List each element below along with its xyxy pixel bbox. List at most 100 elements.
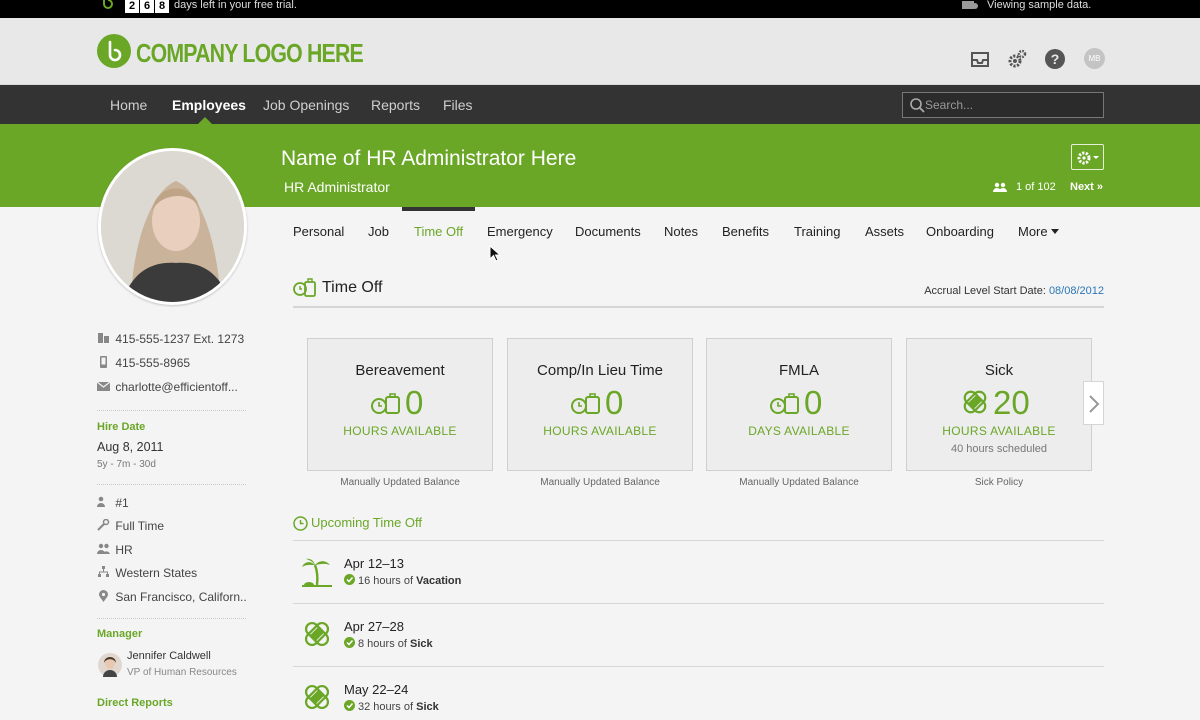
work-phone[interactable]: 415-555-1237 Ext. 1273 [97, 332, 244, 346]
company-logo-icon[interactable] [97, 34, 131, 68]
department: HR [97, 543, 133, 557]
nav-item-files[interactable]: Files [443, 97, 473, 113]
hire-date: Aug 8, 2011 [97, 440, 164, 454]
bandage-icon [304, 621, 330, 647]
nav-item-employees[interactable]: Employees [172, 97, 246, 113]
tab-time-off[interactable]: Time Off [414, 224, 463, 239]
timeoff-card-comp-time[interactable]: Comp/In Lieu Time 0 HOURS AVAILABLE [507, 338, 693, 471]
map-pin-icon [99, 590, 108, 602]
mouse-cursor-icon [489, 245, 501, 262]
card-balance: 0 [804, 384, 823, 421]
people-icon [993, 182, 1007, 192]
gear-icon [1077, 151, 1099, 165]
trial-text: days left in your free trial. [174, 0, 297, 11]
upcoming-dates: Apr 12–13 [344, 556, 404, 571]
settings-gear-icon[interactable] [1006, 48, 1028, 70]
employee-pager-count: 1 of 102 [1016, 181, 1056, 193]
employee-settings-button[interactable] [1071, 144, 1104, 170]
chevron-down-icon [1050, 229, 1059, 234]
division-value: Western States [115, 566, 198, 580]
tenure: 5y - 7m - 30d [97, 459, 156, 470]
manager-name[interactable]: Jennifer Caldwell [127, 650, 211, 662]
app-header: COMPANY LOGO HERE ? MB [0, 18, 1200, 85]
card-unit: DAYS AVAILABLE [748, 424, 850, 438]
cards-next-button[interactable] [1083, 381, 1104, 425]
user-avatar[interactable]: MB [1084, 48, 1105, 69]
company-logo-text[interactable]: COMPANY LOGO HERE [136, 38, 364, 69]
tab-emergency[interactable]: Emergency [487, 224, 553, 239]
tab-personal[interactable]: Personal [293, 224, 344, 239]
inbox-icon[interactable] [969, 48, 991, 70]
timeoff-card-sick[interactable]: Sick 20 HOURS AVAILABLE 40 hours schedul… [906, 338, 1092, 471]
email-address: charlotte@efficientoff... [115, 380, 238, 394]
trial-digit: 2 [125, 0, 139, 13]
timeoff-bag-icon [371, 393, 400, 414]
card-title: Bereavement [355, 362, 445, 379]
check-circle-icon [344, 700, 355, 711]
trial-logo-icon [103, 0, 113, 9]
nav-item-job-openings[interactable]: Job Openings [263, 97, 349, 113]
card-footer: Manually Updated Balance [739, 477, 859, 488]
work-phone-ext: Ext. 1273 [193, 332, 245, 346]
office-phone-icon [98, 333, 109, 343]
tab-benefits[interactable]: Benefits [722, 224, 769, 239]
nav-item-reports[interactable]: Reports [371, 97, 420, 113]
chevron-right-icon [1089, 395, 1100, 413]
location-value: San Francisco, Californ.. [115, 590, 247, 604]
card-unit: HOURS AVAILABLE [543, 424, 657, 438]
sidebar-divider [97, 410, 246, 411]
card-title: Comp/In Lieu Time [537, 362, 663, 379]
card-footer: Manually Updated Balance [540, 477, 660, 488]
people-icon [97, 543, 110, 554]
employee-number: #1 [97, 496, 129, 510]
clock-icon [293, 516, 308, 531]
manager-avatar[interactable] [98, 653, 122, 677]
card-balance: 0 [405, 384, 424, 421]
tab-documents[interactable]: Documents [575, 224, 641, 239]
direct-reports-label: Direct Reports [97, 697, 173, 709]
search-input[interactable] [925, 95, 1095, 115]
employee-photo[interactable] [98, 148, 247, 305]
upcoming-hours: 8 hours of [358, 638, 407, 650]
svg-text:?: ? [1051, 51, 1060, 67]
search-box [902, 92, 1104, 118]
mobile-phone-number: 415-555-8965 [115, 356, 191, 370]
tab-more[interactable]: More [1018, 224, 1059, 239]
trial-bar: 2 6 8 days left in your free trial. View… [0, 0, 1200, 18]
accrual-date-link[interactable]: 08/08/2012 [1049, 285, 1104, 297]
next-employee-link[interactable]: Next » [1070, 181, 1103, 193]
tab-notes[interactable]: Notes [664, 224, 698, 239]
tab-training[interactable]: Training [794, 224, 840, 239]
sample-data-text: Viewing sample data. [987, 0, 1092, 11]
card-footer: Sick Policy [974, 477, 1024, 488]
timeoff-card-bereavement[interactable]: Bereavement 0 HOURS AVAILABLE [307, 338, 493, 471]
mobile-phone[interactable]: 415-555-8965 [97, 356, 190, 370]
palm-tree-icon [302, 558, 332, 587]
tab-job[interactable]: Job [368, 224, 389, 239]
card-title: Sick [984, 362, 1014, 379]
timeoff-section-icon [293, 278, 316, 297]
card-title: FMLA [778, 362, 819, 379]
department-value: HR [115, 543, 133, 557]
location: San Francisco, Californ.. [97, 590, 247, 604]
main-nav: Home Employees Job Openings Reports File… [0, 85, 1200, 124]
upcoming-hours: 16 hours of [358, 575, 414, 587]
upcoming-detail: 16 hours of Vacation [344, 574, 461, 587]
help-icon[interactable]: ? [1044, 48, 1066, 70]
employment-type-value: Full Time [115, 519, 165, 533]
division: Western States [97, 566, 197, 580]
sidebar-divider [97, 618, 246, 619]
nav-item-home[interactable]: Home [110, 97, 147, 113]
upcoming-type: Sick [416, 701, 439, 713]
upcoming-divider [293, 603, 1104, 604]
email[interactable]: charlotte@efficientoff... [97, 380, 238, 394]
trial-digit: 6 [140, 0, 154, 13]
timeoff-card-fmla[interactable]: FMLA 0 DAYS AVAILABLE [706, 338, 892, 471]
tab-assets[interactable]: Assets [865, 224, 904, 239]
employee-job-title: HR Administrator [284, 179, 390, 195]
manager-label: Manager [97, 628, 143, 640]
upcoming-divider [293, 540, 1104, 541]
card-balance: 0 [605, 384, 624, 421]
sample-data-eye-icon [962, 1, 978, 9]
tab-onboarding[interactable]: Onboarding [926, 224, 994, 239]
